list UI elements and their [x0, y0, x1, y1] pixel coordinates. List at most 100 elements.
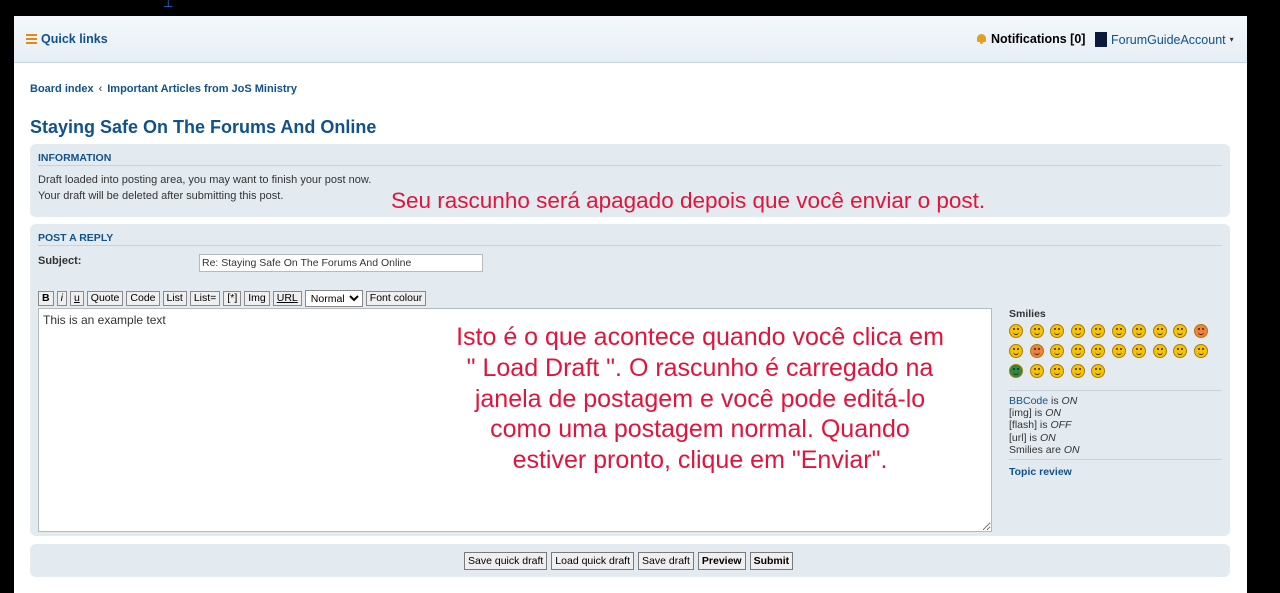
- url-status-text: is: [1026, 431, 1040, 444]
- bell-icon: [976, 33, 987, 45]
- smiley-mouth: [1095, 352, 1101, 355]
- ordered-list-button[interactable]: List=: [189, 291, 221, 306]
- smiley-mouth: [1115, 332, 1122, 335]
- smiley-mouth: [1013, 372, 1019, 375]
- underline-button[interactable]: u: [69, 291, 84, 306]
- actions-panel: Save quick draft Load quick draft Save d…: [30, 544, 1230, 577]
- url-status: [url] is ON: [1009, 432, 1222, 444]
- arrow-smiley-icon[interactable]: [1193, 344, 1208, 358]
- info-message-2: Your draft will be deleted after submitt…: [38, 190, 284, 202]
- font-colour-button[interactable]: Font colour: [365, 291, 427, 306]
- url-status-label: [url]: [1009, 431, 1027, 444]
- preview-button[interactable]: Preview: [697, 552, 746, 570]
- breadcrumb-separator: ‹: [98, 83, 103, 95]
- wink-smiley-icon[interactable]: [1050, 324, 1064, 338]
- url-button[interactable]: URL: [272, 291, 302, 306]
- list-button[interactable]: List: [162, 291, 187, 306]
- tongue-smiley-icon[interactable]: [1009, 344, 1023, 358]
- smile-smiley-icon[interactable]: [1029, 324, 1044, 338]
- smiley-mouth: [1013, 352, 1019, 355]
- sad-smiley-icon[interactable]: [1111, 344, 1126, 358]
- list-item-button[interactable]: [*]: [223, 291, 242, 306]
- geek-smiley-icon[interactable]: [1029, 364, 1044, 378]
- italic-button[interactable]: i: [56, 291, 67, 306]
- bbcode-status-text: is: [1048, 395, 1062, 407]
- url-state: ON: [1039, 431, 1056, 444]
- divider: [38, 245, 1222, 246]
- pin-icon: ⊥: [163, 0, 174, 10]
- flash-status: [flash] is OFF: [1009, 419, 1222, 431]
- load-quick-draft-button[interactable]: Load quick draft: [551, 552, 635, 570]
- bbcode-link[interactable]: BBCode: [1009, 395, 1048, 407]
- angry-smiley-icon[interactable]: [1029, 344, 1044, 358]
- save-quick-draft-button[interactable]: Save quick draft: [464, 552, 548, 570]
- exclaim-smiley-icon[interactable]: [1132, 344, 1146, 358]
- action-buttons: Save quick draft Load quick draft Save d…: [464, 552, 794, 570]
- eek-smiley-icon[interactable]: [1111, 324, 1126, 338]
- information-heading: INFORMATION: [38, 152, 112, 164]
- smiley-mouth: [1095, 332, 1101, 335]
- notifications-button[interactable]: Notifications [0]: [976, 32, 1085, 46]
- twisted-smiley-icon[interactable]: [1091, 344, 1105, 358]
- quick-links-button[interactable]: Quick links: [26, 32, 108, 46]
- divider: [1009, 459, 1222, 461]
- surprised-smiley-icon[interactable]: [1091, 324, 1105, 338]
- cool-smiley-icon[interactable]: [1152, 324, 1167, 338]
- bbcode-state: ON: [1061, 395, 1078, 407]
- smilies-grid: [1009, 324, 1222, 378]
- smiley-mouth: [1054, 372, 1060, 375]
- smiley-mouth: [1156, 352, 1163, 355]
- smiley-mouth: [1074, 372, 1081, 375]
- subject-label: Subject:: [38, 255, 82, 267]
- sleep-smiley-icon[interactable]: [1091, 364, 1105, 378]
- smiley-mouth: [1033, 372, 1040, 375]
- navbar: Quick links Notifications [0] ForumGuide…: [14, 16, 1247, 63]
- mad-smiley-icon[interactable]: [1193, 324, 1208, 338]
- info-message-1: Draft loaded into posting area, you may …: [38, 174, 372, 186]
- flash-state: OFF: [1050, 419, 1072, 432]
- idea-smiley-icon[interactable]: [1173, 344, 1187, 358]
- smilies-title: Smilies: [1009, 308, 1046, 320]
- laugh-smiley-icon[interactable]: [1009, 324, 1023, 338]
- breadcrumb-board-index[interactable]: Board index: [30, 83, 94, 95]
- razz-smiley-icon[interactable]: [1173, 324, 1187, 338]
- bbcode-toolbar: B i u Quote Code List List= [*] Img URL …: [38, 290, 427, 307]
- smiley-mouth: [1033, 352, 1040, 355]
- img-status-text: is: [1031, 407, 1046, 420]
- message-editor[interactable]: This is an example text: [38, 308, 992, 532]
- subject-input[interactable]: [199, 254, 483, 272]
- quick-links-label: Quick links: [41, 32, 108, 46]
- avatar: [1095, 32, 1107, 47]
- quote-button[interactable]: Quote: [86, 291, 124, 306]
- smiley-mouth: [1197, 352, 1204, 355]
- img-status-label: [img]: [1009, 407, 1032, 420]
- smiley-mouth: [1136, 332, 1142, 335]
- page-title[interactable]: Staying Safe On The Forums And Online: [30, 117, 376, 138]
- neutral-smiley-icon[interactable]: [1050, 344, 1064, 358]
- mrgreen-smiley-icon[interactable]: [1009, 364, 1023, 378]
- evil-smiley-icon[interactable]: [1070, 344, 1085, 358]
- code-button[interactable]: Code: [126, 291, 160, 306]
- smilies-state: ON: [1063, 443, 1080, 456]
- img-state: ON: [1045, 407, 1061, 420]
- save-draft-button[interactable]: Save draft: [638, 552, 694, 570]
- img-button[interactable]: Img: [244, 291, 270, 306]
- smiley-mouth: [1054, 332, 1060, 335]
- uber-smiley-icon[interactable]: [1050, 364, 1064, 378]
- font-size-select[interactable]: Normal: [304, 290, 363, 307]
- smiley-mouth: [1095, 372, 1101, 375]
- nerd-smiley-icon[interactable]: [1070, 364, 1085, 378]
- question-smiley-icon[interactable]: [1152, 344, 1167, 358]
- smiley-mouth: [1197, 332, 1204, 335]
- topic-review-link[interactable]: Topic review: [1009, 466, 1222, 478]
- smiley-mouth: [1115, 352, 1122, 355]
- rolleyes-smiley-icon[interactable]: [1132, 324, 1146, 338]
- confused-smiley-icon[interactable]: [1070, 324, 1085, 338]
- smiley-mouth: [1033, 332, 1040, 335]
- submit-button[interactable]: Submit: [749, 552, 794, 570]
- bold-button[interactable]: B: [38, 291, 54, 306]
- breadcrumb-forum[interactable]: Important Articles from JoS Ministry: [107, 83, 297, 95]
- smilies-status-text: are: [1042, 443, 1064, 456]
- account-menu[interactable]: ForumGuideAccount ▾: [1095, 32, 1234, 47]
- flash-status-text: is: [1037, 419, 1051, 432]
